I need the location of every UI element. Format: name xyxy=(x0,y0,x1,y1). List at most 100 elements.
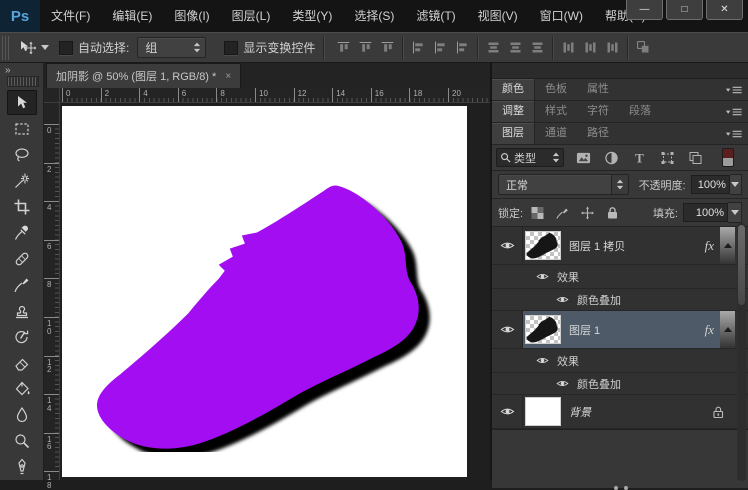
tab-close-icon[interactable]: × xyxy=(225,71,231,82)
layer-name[interactable]: 背景 xyxy=(569,404,712,420)
panel-menu-icon[interactable] xyxy=(725,123,748,144)
rectangular-marquee-tool[interactable] xyxy=(7,116,37,141)
layer-name[interactable]: 图层 1 拷贝 xyxy=(569,238,705,254)
menu-item-5[interactable]: 选择(S) xyxy=(343,0,405,32)
options-bar-grip[interactable] xyxy=(2,36,11,60)
distribute-left-edges-button[interactable] xyxy=(557,38,579,58)
magic-wand-tool[interactable] xyxy=(7,168,37,193)
distribute-top-edges-button[interactable] xyxy=(482,38,504,58)
lasso-tool[interactable] xyxy=(7,142,37,167)
maximize-button[interactable]: □ xyxy=(666,0,703,20)
dodge-tool[interactable] xyxy=(7,428,37,453)
menu-item-2[interactable]: 图像(I) xyxy=(163,0,220,32)
history-brush-tool[interactable] xyxy=(7,324,37,349)
effects-row[interactable]: 效果 xyxy=(492,265,748,289)
clone-stamp-tool[interactable] xyxy=(7,298,37,323)
opacity-value[interactable]: 100% xyxy=(691,175,730,194)
distribute-vertical-centers-button[interactable] xyxy=(504,38,526,58)
menu-item-8[interactable]: 窗口(W) xyxy=(529,0,594,32)
align-right-edges-button[interactable] xyxy=(451,38,473,58)
align-top-edges-button[interactable] xyxy=(332,38,354,58)
move-tool[interactable] xyxy=(7,90,37,115)
visibility-eye-icon[interactable] xyxy=(554,379,570,388)
eraser-tool[interactable] xyxy=(7,350,37,375)
pixel-layer-filter-icon[interactable] xyxy=(574,150,592,166)
layer-filter-toggle[interactable] xyxy=(722,148,734,167)
visibility-eye-icon[interactable] xyxy=(534,356,550,365)
layer-row-body[interactable]: 图层 1 拷贝fx xyxy=(523,227,735,264)
layer-filter-type-dropdown[interactable]: 类型 xyxy=(496,148,564,167)
layer-thumbnail[interactable] xyxy=(526,398,560,425)
adjustment-layer-filter-icon[interactable] xyxy=(602,150,620,166)
spot-healing-brush-tool[interactable] xyxy=(7,246,37,271)
effect-row-颜色叠加[interactable]: 颜色叠加 xyxy=(492,289,748,311)
fill-value[interactable]: 100% xyxy=(683,203,728,222)
layer-row-body[interactable]: 背景 xyxy=(523,395,735,428)
shape-layer-filter-icon[interactable] xyxy=(658,150,676,166)
show-transform-checkbox[interactable] xyxy=(224,41,238,55)
pen-tool[interactable] xyxy=(7,454,37,479)
align-left-edges-button[interactable] xyxy=(407,38,429,58)
effect-row-颜色叠加[interactable]: 颜色叠加 xyxy=(492,373,748,395)
layer-row-body[interactable]: 图层 1fx xyxy=(523,311,735,348)
align-bottom-edges-button[interactable] xyxy=(376,38,398,58)
layer-row-图层 1 拷贝[interactable]: 图层 1 拷贝fx xyxy=(492,227,748,265)
panel-menu-icon[interactable] xyxy=(725,101,748,122)
brush-tool[interactable] xyxy=(7,272,37,297)
fx-badge[interactable]: fx xyxy=(705,238,714,254)
auto-align-layers-button[interactable] xyxy=(632,38,654,58)
lock-all-button[interactable] xyxy=(604,205,620,221)
menu-item-7[interactable]: 视图(V) xyxy=(467,0,529,32)
menu-item-4[interactable]: 类型(Y) xyxy=(281,0,343,32)
panel-tab-字符[interactable]: 字符 xyxy=(577,101,619,122)
distribute-bottom-edges-button[interactable] xyxy=(526,38,548,58)
fill-dropdown-arrow-icon[interactable] xyxy=(728,202,742,223)
align-horizontal-centers-button[interactable] xyxy=(429,38,451,58)
auto-select-checkbox[interactable] xyxy=(59,41,73,55)
layer-thumbnail[interactable] xyxy=(526,232,560,259)
lock-paint-button[interactable] xyxy=(554,205,570,221)
effects-row[interactable]: 效果 xyxy=(492,349,748,373)
fx-badge[interactable]: fx xyxy=(705,322,714,338)
panel-tab-图层[interactable]: 图层 xyxy=(492,123,535,144)
lock-transparency-button[interactable] xyxy=(529,205,545,221)
menu-item-1[interactable]: 编辑(E) xyxy=(101,0,163,32)
collapse-effects-icon[interactable] xyxy=(720,227,735,264)
panel-tab-属性[interactable]: 属性 xyxy=(577,79,619,100)
menu-item-6[interactable]: 滤镜(T) xyxy=(405,0,466,32)
panel-tab-样式[interactable]: 样式 xyxy=(535,101,577,122)
visibility-eye-icon[interactable] xyxy=(554,295,570,304)
visibility-eye-icon[interactable] xyxy=(534,272,550,281)
collapse-tools-icon[interactable]: » xyxy=(5,65,10,76)
opacity-dropdown-arrow-icon[interactable] xyxy=(730,174,742,195)
panel-tab-段落[interactable]: 段落 xyxy=(619,101,661,122)
paint-bucket-tool[interactable] xyxy=(7,376,37,401)
distribute-right-edges-button[interactable] xyxy=(601,38,623,58)
blur-tool[interactable] xyxy=(7,402,37,427)
layer-row-背景[interactable]: 背景 xyxy=(492,395,748,429)
layer-thumbnail[interactable] xyxy=(526,316,560,343)
type-layer-filter-icon[interactable]: T xyxy=(630,150,648,166)
blend-mode-dropdown[interactable]: 正常 xyxy=(498,174,629,195)
close-button[interactable]: ✕ xyxy=(706,0,743,20)
document-tab[interactable]: 加阴影 @ 50% (图层 1, RGB/8) * × xyxy=(46,63,241,88)
menu-item-3[interactable]: 图层(L) xyxy=(221,0,282,32)
canvas[interactable] xyxy=(62,106,467,477)
panel-tab-色板[interactable]: 色板 xyxy=(535,79,577,100)
minimize-button[interactable]: — xyxy=(626,0,663,20)
scrollbar-thumb[interactable] xyxy=(738,225,745,305)
panel-tab-颜色[interactable]: 颜色 xyxy=(492,79,535,100)
layers-scrollbar[interactable] xyxy=(737,223,746,481)
visibility-eye-icon[interactable] xyxy=(492,311,523,348)
tool-preset-arrow-icon[interactable] xyxy=(41,45,49,50)
visibility-eye-icon[interactable] xyxy=(492,395,523,428)
layer-name[interactable]: 图层 1 xyxy=(569,322,705,338)
panel-tab-路径[interactable]: 路径 xyxy=(577,123,619,144)
eyedropper-tool[interactable] xyxy=(7,220,37,245)
visibility-eye-icon[interactable] xyxy=(492,227,523,264)
panel-tab-调整[interactable]: 调整 xyxy=(492,101,535,122)
panel-menu-icon[interactable] xyxy=(725,79,748,100)
distribute-horizontal-centers-button[interactable] xyxy=(579,38,601,58)
collapse-effects-icon[interactable] xyxy=(720,311,735,348)
align-vertical-centers-button[interactable] xyxy=(354,38,376,58)
